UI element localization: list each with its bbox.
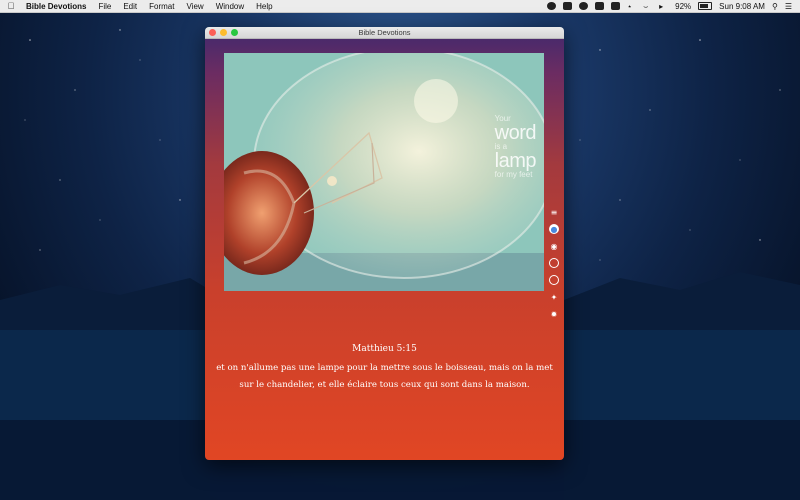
share-icon[interactable]: ≡ bbox=[549, 207, 559, 217]
mail-icon[interactable] bbox=[595, 2, 605, 10]
notification-center-icon[interactable]: ☰ bbox=[785, 2, 792, 11]
title-bar[interactable]: Bible Devotions bbox=[205, 27, 564, 39]
settings-icon[interactable]: ✹ bbox=[549, 309, 559, 319]
add-icon[interactable] bbox=[549, 275, 559, 285]
status-menus: ⋆ ⌣ ▸ 92% Sun 9:08 AM ⚲ ☰ bbox=[547, 2, 800, 11]
desktop:  Bible Devotions File Edit Format View … bbox=[0, 0, 800, 500]
menu-format[interactable]: Format bbox=[143, 2, 180, 11]
overlay-word1: word bbox=[494, 122, 537, 144]
verse-line1: et on n'allume pas une lampe pour la met… bbox=[216, 363, 553, 373]
minimize-button[interactable] bbox=[220, 29, 227, 36]
menu-app-name[interactable]: Bible Devotions bbox=[22, 2, 92, 11]
window-controls bbox=[209, 29, 238, 36]
messages-icon[interactable]: ◉ bbox=[549, 241, 559, 251]
shield-icon[interactable] bbox=[563, 2, 573, 10]
overlay-line2: is a bbox=[494, 142, 508, 151]
zoom-button[interactable] bbox=[231, 29, 238, 36]
verse-text: et on n'allume pas une lampe pour la met… bbox=[215, 360, 554, 394]
verse-line2: sur le chandelier, et elle éclaire tous … bbox=[239, 380, 530, 390]
info-icon[interactable] bbox=[549, 258, 559, 268]
menu-bar:  Bible Devotions File Edit Format View … bbox=[0, 0, 800, 13]
menu-edit[interactable]: Edit bbox=[117, 2, 143, 11]
overlay-line3: for my feet bbox=[494, 170, 533, 179]
verse-reference: Matthieu 5:15 bbox=[352, 344, 417, 354]
devotion-image: Your word is a lamp for my feet bbox=[224, 53, 544, 291]
verse-block: Matthieu 5:15 et on n'allume pas une lam… bbox=[215, 344, 554, 394]
overlay-word2: lamp bbox=[494, 150, 537, 172]
brightness-icon[interactable]: ✦ bbox=[549, 292, 559, 302]
battery-icon[interactable] bbox=[698, 2, 713, 10]
battery-percent: 92% bbox=[675, 1, 692, 11]
airplay-icon[interactable] bbox=[611, 2, 621, 10]
sync-icon[interactable] bbox=[579, 2, 589, 10]
spotlight-search-icon[interactable]: ⚲ bbox=[772, 2, 778, 11]
apple-icon[interactable]:  bbox=[0, 1, 22, 11]
bluetooth-icon[interactable]: ⋆ bbox=[627, 2, 636, 11]
menu-view[interactable]: View bbox=[180, 2, 209, 11]
safari-icon[interactable]: ● bbox=[549, 224, 559, 234]
window-title: Bible Devotions bbox=[358, 28, 411, 37]
menu-file[interactable]: File bbox=[92, 2, 117, 11]
clock[interactable]: Sun 9:08 AM bbox=[719, 2, 765, 11]
image-overlay-quote: Your word is a lamp for my feet bbox=[494, 114, 537, 179]
close-button[interactable] bbox=[209, 29, 216, 36]
volume-icon[interactable]: ▸ bbox=[659, 2, 668, 11]
menu-help[interactable]: Help bbox=[250, 2, 278, 11]
action-toolbar: ≡ ● ◉ ✦ ✹ bbox=[549, 207, 559, 319]
overlay-line1: Your bbox=[494, 114, 511, 123]
app-window: Bible Devotions Your word is a lamp for … bbox=[205, 27, 564, 460]
user-icon[interactable] bbox=[547, 2, 557, 10]
menu-window[interactable]: Window bbox=[210, 2, 250, 11]
devotion-content: Your word is a lamp for my feet ≡ ● ◉ ✦ … bbox=[205, 39, 564, 460]
wifi-icon[interactable]: ⌣ bbox=[643, 2, 652, 11]
